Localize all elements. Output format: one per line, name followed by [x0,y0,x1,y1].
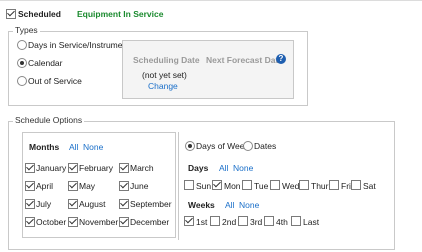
radio-out-of-service[interactable] [17,76,27,86]
day-label-wed: Wed [282,181,300,191]
months-none-link[interactable]: None [83,142,103,152]
weeks-all-link[interactable]: All [225,200,234,210]
month-label-august: August [79,199,106,209]
day-label-mon: Mon [224,181,241,191]
help-icon[interactable]: ? [276,54,286,64]
radio-dates-label: Dates [254,141,277,151]
month-label-january: January [36,163,67,173]
week-label-2nd: 2nd [222,217,237,227]
day-label-fri: Fri [341,181,351,191]
month-checkbox-july[interactable] [25,199,35,209]
radio-days-in-service-label: Days in Service/Instrument [28,40,130,50]
month-checkbox-august[interactable] [68,199,78,209]
week-checkbox-1st[interactable] [184,216,194,226]
radio-dates[interactable] [243,141,253,151]
month-checkbox-may[interactable] [68,181,78,191]
scheduling-date-label: Scheduling Date [133,55,200,65]
week-checkbox-last[interactable] [291,216,301,226]
scheduled-label: Scheduled [18,9,61,19]
month-checkbox-january[interactable] [25,163,35,173]
types-legend: Types [13,25,40,35]
month-checkbox-march[interactable] [119,163,129,173]
radio-days-of-week-label: Days of Week [196,141,249,151]
month-label-june: June [130,181,149,191]
week-label-last: Last [303,217,320,227]
radio-days-of-week[interactable] [185,141,195,151]
scheduling-date-value: (not yet set) [142,70,187,80]
day-label-sun: Sun [196,181,212,191]
months-label: Months [29,142,60,152]
week-label-1st: 1st [196,217,208,227]
month-label-september: September [130,199,172,209]
month-checkbox-june[interactable] [119,181,129,191]
week-checkbox-4th[interactable] [264,216,274,226]
days-none-link[interactable]: None [233,163,253,173]
radio-calendar-label: Calendar [28,58,63,68]
month-checkbox-october[interactable] [25,217,35,227]
month-label-may: May [79,181,96,191]
month-label-april: April [36,181,54,191]
week-checkbox-3rd[interactable] [238,216,248,226]
radio-days-in-service[interactable] [17,40,27,50]
month-checkbox-february[interactable] [68,163,78,173]
month-checkbox-november[interactable] [68,217,78,227]
panel-divider [178,132,179,240]
day-label-sat: Sat [363,181,376,191]
weeks-none-link[interactable]: None [239,200,259,210]
top-divider [0,0,422,1]
month-label-march: March [130,163,154,173]
change-link[interactable]: Change [148,81,178,91]
day-checkbox-fri[interactable] [329,180,339,190]
day-label-tue: Tue [254,181,269,191]
schedule-options-legend: Schedule Options [13,115,85,125]
day-checkbox-tue[interactable] [242,180,252,190]
radio-out-of-service-label: Out of Service [28,76,82,86]
month-label-december: December [130,217,170,227]
scheduled-checkbox[interactable] [6,9,16,19]
month-label-july: July [36,199,52,209]
day-label-thur: Thur [311,181,329,191]
day-checkbox-sat[interactable] [351,180,361,190]
month-label-november: November [79,217,119,227]
month-label-october: October [36,217,67,227]
days-label: Days [188,163,209,173]
month-label-february: February [79,163,114,173]
day-checkbox-sun[interactable] [184,180,194,190]
day-checkbox-mon[interactable] [212,180,222,190]
weeks-label: Weeks [188,200,215,210]
week-label-4th: 4th [276,217,288,227]
days-all-link[interactable]: All [219,163,228,173]
month-checkbox-april[interactable] [25,181,35,191]
equipment-status-text: Equipment In Service [77,9,164,19]
month-checkbox-december[interactable] [119,217,129,227]
week-checkbox-2nd[interactable] [210,216,220,226]
week-label-3rd: 3rd [250,217,263,227]
next-forecast-date-label: Next Forecast Date [206,55,284,65]
day-checkbox-thur[interactable] [299,180,309,190]
months-all-link[interactable]: All [69,142,78,152]
day-checkbox-wed[interactable] [270,180,280,190]
radio-calendar[interactable] [17,58,27,68]
month-checkbox-september[interactable] [119,199,129,209]
